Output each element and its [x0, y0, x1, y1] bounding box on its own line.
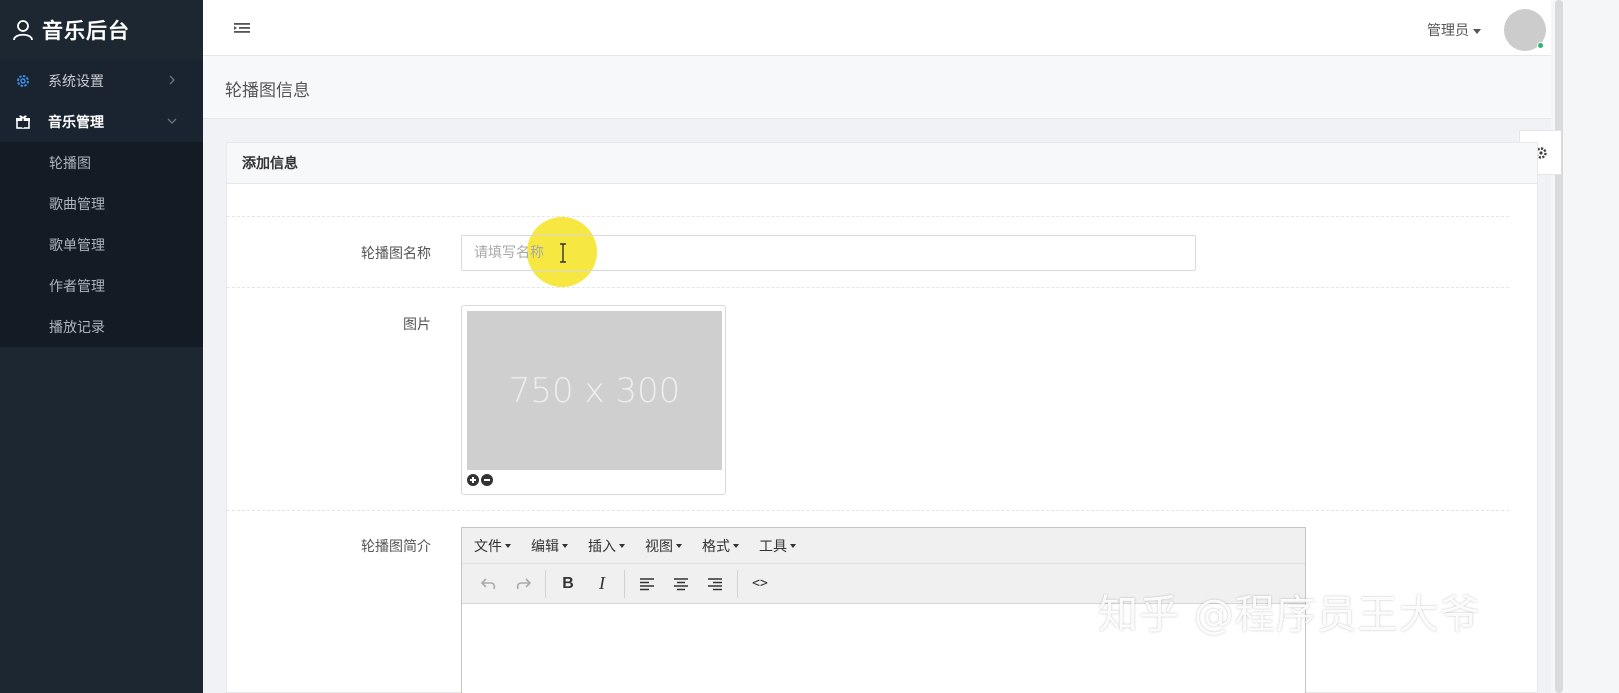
brand-title: 音乐后台 — [42, 19, 130, 43]
name-label: 轮播图名称 — [361, 246, 431, 262]
watermark: 知乎 @程序员王大爷 — [1098, 592, 1481, 638]
panel-title: 添加信息 — [227, 143, 1537, 184]
caret-down-icon — [790, 543, 796, 548]
user-name: 管理员 — [1427, 23, 1469, 39]
align-right-button[interactable] — [698, 570, 732, 598]
redo-button[interactable] — [506, 570, 540, 598]
intro-label: 轮播图简介 — [361, 539, 431, 555]
gear-icon — [14, 72, 32, 90]
chevron-right-icon — [169, 75, 175, 85]
sidebar-subitem-authors[interactable]: 作者管理 — [0, 265, 203, 306]
avatar[interactable] — [1504, 9, 1546, 51]
sidebar: 音乐后台 系统设置 音乐管理 轮播图 歌曲管理 歌单管理 作者管理 播放记录 — [0, 0, 203, 693]
align-left-button[interactable] — [630, 570, 664, 598]
user-menu[interactable]: 管理员 — [1427, 20, 1481, 40]
editor-menu-view[interactable]: 视图 — [645, 536, 682, 556]
source-code-button[interactable]: <> — [743, 570, 777, 598]
align-center-button[interactable] — [664, 570, 698, 598]
caret-down-icon — [1473, 28, 1481, 34]
menu-label: 编辑 — [531, 538, 559, 555]
scrollbar[interactable] — [1555, 0, 1563, 693]
editor-menu-tools[interactable]: 工具 — [759, 536, 796, 556]
editor-menu-file[interactable]: 文件 — [474, 536, 511, 556]
brand[interactable]: 音乐后台 — [0, 0, 203, 60]
sidebar-item-music-management[interactable]: 音乐管理 — [0, 101, 203, 142]
align-left-icon — [640, 577, 654, 590]
sidebar-subitem-songs[interactable]: 歌曲管理 — [0, 183, 203, 224]
caret-down-icon — [619, 543, 625, 548]
caret-down-icon — [562, 543, 568, 548]
menu-label: 工具 — [759, 538, 787, 555]
editor-menu-insert[interactable]: 插入 — [588, 536, 625, 556]
redo-icon — [516, 577, 531, 589]
undo-button[interactable] — [472, 570, 506, 598]
menu-label: 文件 — [474, 538, 502, 555]
add-image-icon[interactable] — [467, 474, 479, 486]
sidebar-menu: 系统设置 音乐管理 轮播图 歌曲管理 歌单管理 作者管理 播放记录 — [0, 60, 203, 347]
undo-icon — [481, 577, 496, 589]
text-cursor-icon — [560, 243, 566, 263]
page-header: 轮播图信息 — [203, 56, 1551, 119]
toolbar-separator — [545, 569, 546, 598]
menu-toggle-icon[interactable] — [233, 20, 251, 36]
sidebar-item-label: 音乐管理 — [48, 114, 104, 131]
chevron-down-icon — [167, 118, 177, 124]
align-center-icon — [674, 577, 688, 590]
divider — [227, 510, 1509, 511]
user-icon — [13, 20, 33, 41]
toolbar-separator — [737, 569, 738, 598]
sidebar-submenu: 轮播图 歌曲管理 歌单管理 作者管理 播放记录 — [0, 142, 203, 347]
sidebar-subitem-playlists[interactable]: 歌单管理 — [0, 224, 203, 265]
menu-label: 插入 — [588, 538, 616, 555]
sidebar-item-system-settings[interactable]: 系统设置 — [0, 60, 203, 101]
divider — [227, 287, 1509, 288]
image-label: 图片 — [403, 317, 431, 333]
sidebar-subitem-carousel[interactable]: 轮播图 — [0, 142, 203, 183]
bold-button[interactable]: B — [551, 570, 585, 598]
italic-button[interactable]: I — [585, 570, 619, 598]
online-status-indicator — [1537, 42, 1544, 49]
image-placeholder: 750 x 300 — [467, 311, 722, 470]
caret-down-icon — [733, 543, 739, 548]
carousel-name-input[interactable] — [461, 235, 1196, 271]
caret-down-icon — [676, 543, 682, 548]
topbar: 管理员 — [203, 0, 1551, 56]
sidebar-subitem-play-history[interactable]: 播放记录 — [0, 306, 203, 347]
align-right-icon — [708, 577, 722, 590]
image-upload-box[interactable]: 750 x 300 — [461, 305, 726, 495]
menu-label: 格式 — [702, 538, 730, 555]
menu-label: 视图 — [645, 538, 673, 555]
toolbar-separator — [624, 569, 625, 598]
editor-menu-format[interactable]: 格式 — [702, 536, 739, 556]
image-buttons — [467, 474, 493, 486]
editor-menu-edit[interactable]: 编辑 — [531, 536, 568, 556]
remove-image-icon[interactable] — [481, 474, 493, 486]
caret-down-icon — [505, 543, 511, 548]
page-title: 轮播图信息 — [225, 81, 310, 101]
sidebar-item-label: 系统设置 — [48, 73, 104, 90]
editor-menubar: 文件 编辑 插入 视图 格式 工具 — [462, 528, 1305, 564]
divider — [227, 216, 1509, 217]
gift-icon — [14, 113, 32, 131]
